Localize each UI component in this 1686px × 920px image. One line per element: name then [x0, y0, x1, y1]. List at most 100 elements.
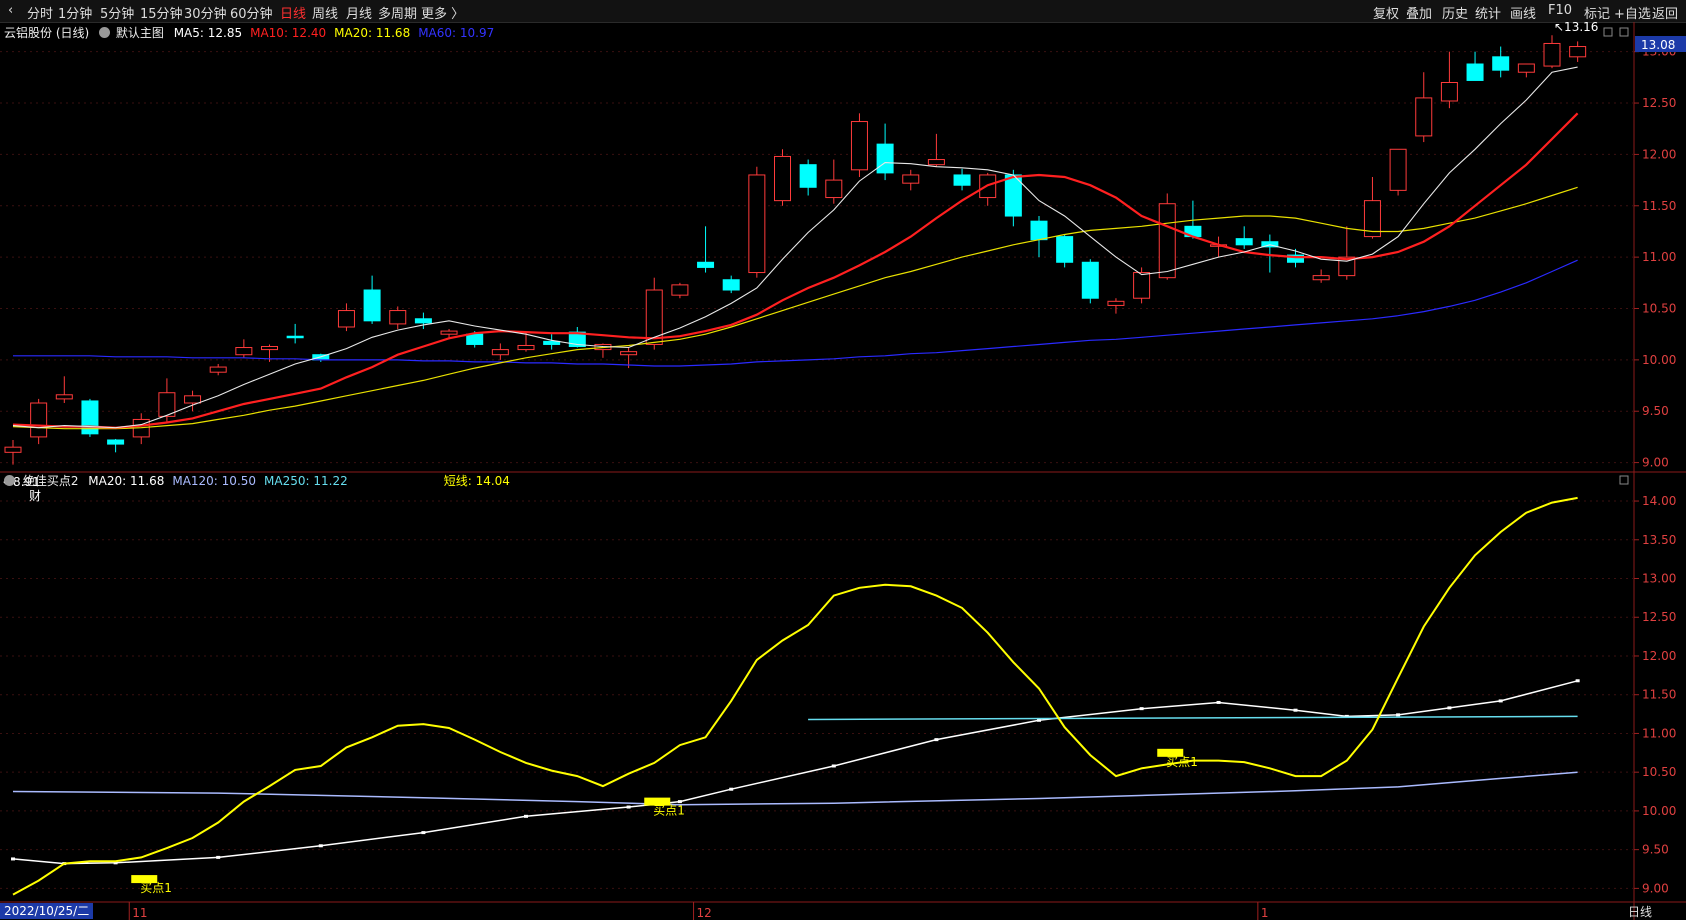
ma20-dot: [1447, 706, 1452, 710]
high-price-marker: ↖13.16: [1554, 20, 1598, 34]
finance-marker: 财: [29, 489, 41, 503]
sub-y-tick-label: 13.50: [1642, 533, 1676, 547]
candle-body: [799, 164, 817, 188]
candle-body: [235, 347, 253, 356]
candle-body: [902, 174, 920, 184]
candle-body: [876, 143, 894, 174]
candle-body: [517, 344, 535, 351]
main-y-tick-label: 11.50: [1642, 199, 1676, 213]
sub-y-tick-label: 12.00: [1642, 649, 1676, 663]
ma5-line: [12, 66, 1578, 429]
candle-body: [1158, 203, 1176, 279]
candle-body: [414, 318, 432, 324]
ma-legend-item-0: MA5: 12.85: [173, 26, 243, 40]
candle-body: [543, 340, 561, 345]
sub-y-tick-label: 10.50: [1642, 765, 1676, 779]
candle-body: [850, 121, 868, 171]
price-badge: 13.08: [1641, 38, 1675, 52]
panel-close-icon: [1619, 27, 1629, 37]
ma20-dot: [1498, 699, 1503, 703]
main-legend: 云铝股份 (日线) 默认主图 MA5: 12.85 MA10: 12.40 MA20…: [4, 24, 494, 41]
chart-settings-icon[interactable]: [99, 27, 111, 38]
panel-expand-icon: [1603, 27, 1613, 37]
main-y-tick-label: 12.50: [1642, 96, 1676, 110]
sub-indicator-label[interactable]: 绝佳买点2: [23, 474, 79, 488]
candle-body: [491, 349, 509, 356]
candle-body: [1081, 261, 1099, 299]
series-line-MA250: [808, 715, 1578, 721]
month-tick-label: 1: [1261, 906, 1269, 920]
candle-body: [671, 284, 689, 296]
candle-body: [184, 395, 202, 404]
candle-body: [1466, 63, 1484, 81]
month-tick-label: 12: [697, 906, 712, 920]
candle-body: [1389, 148, 1407, 191]
candle-body: [1133, 272, 1151, 299]
sub-y-tick-label: 10.00: [1642, 804, 1676, 818]
indicator-label[interactable]: 默认主图: [116, 26, 164, 40]
candle-body: [953, 174, 971, 186]
candle-body: [1107, 300, 1125, 306]
ma20-dot: [318, 844, 323, 848]
sub-legend-item-1: MA120: 10.50: [172, 474, 257, 488]
candle-body: [620, 351, 638, 356]
candle-body: [748, 174, 766, 274]
candle-body: [1235, 238, 1253, 246]
candle-body: [697, 261, 715, 268]
ma20-dot: [421, 831, 426, 835]
ma-legend-item-2: MA20: 11.68: [334, 26, 411, 40]
candle-body: [107, 439, 125, 445]
candle-body: [4, 446, 22, 453]
candle-body: [1415, 97, 1433, 137]
candle-body: [363, 289, 381, 322]
candle-body: [1569, 46, 1587, 58]
candle-body: [389, 310, 407, 325]
sub-y-tick-label: 13.00: [1642, 572, 1676, 586]
sub-legend-item-0: MA20: 11.68: [88, 474, 165, 488]
sub-settings-icon[interactable]: [4, 475, 15, 486]
candle-body: [466, 333, 484, 345]
candle-body: [1056, 236, 1074, 263]
ma20-dot: [1396, 713, 1401, 717]
main-y-tick-label: 12.00: [1642, 147, 1676, 161]
candle-body: [286, 335, 304, 339]
period-indicator: 日线: [1628, 905, 1653, 919]
ma20-dot: [831, 764, 836, 768]
main-y-tick-label: 9.00: [1642, 456, 1669, 470]
ma20-dot: [626, 805, 631, 809]
candle-body: [645, 289, 663, 345]
candle-body: [1517, 63, 1535, 73]
candle-body: [1030, 220, 1048, 241]
candle-body: [1492, 56, 1510, 71]
sub-legend-item-3: 短线: 14.04: [443, 474, 510, 488]
main-y-tick-label: 9.50: [1642, 404, 1669, 418]
ma20-dot: [11, 857, 15, 861]
sub-y-tick-label: 9.00: [1642, 881, 1669, 895]
candle-body: [825, 179, 843, 199]
buy-signal-label: 买点1: [653, 804, 685, 818]
candle-body: [261, 346, 278, 351]
sub-y-tick-label: 9.50: [1642, 843, 1669, 857]
chart-canvas: 9.00 9.50 10.00 10.50 11.00 11.50 12.00 12.50 13…: [0, 20, 1686, 920]
candle-body: [337, 310, 355, 328]
month-tick-label: 11: [132, 906, 147, 920]
candle-body: [927, 159, 945, 166]
sub-legend-item-2: MA250: 11.22: [264, 474, 348, 488]
ma20-dot: [524, 814, 528, 818]
ma20-dot: [1216, 700, 1221, 704]
ma20-dot: [1293, 708, 1298, 712]
candle-body: [1440, 82, 1458, 102]
ma20-dot: [1139, 707, 1144, 711]
candle-body: [1543, 42, 1561, 67]
candle-body: [722, 279, 740, 291]
candle-body: [774, 155, 791, 202]
ma20-dot: [1575, 679, 1580, 683]
sub-y-tick-label: 11.00: [1642, 726, 1676, 740]
buy-signal-label: 买点1: [140, 881, 172, 895]
ma20-dot: [934, 738, 939, 742]
candle-body: [55, 394, 73, 400]
main-y-tick-label: 10.00: [1642, 353, 1676, 367]
ma-legend-item-1: MA10: 12.40: [250, 26, 327, 40]
sub-y-tick-label: 11.50: [1642, 688, 1676, 702]
ma-legend-item-3: MA60: 10.97: [418, 26, 495, 40]
